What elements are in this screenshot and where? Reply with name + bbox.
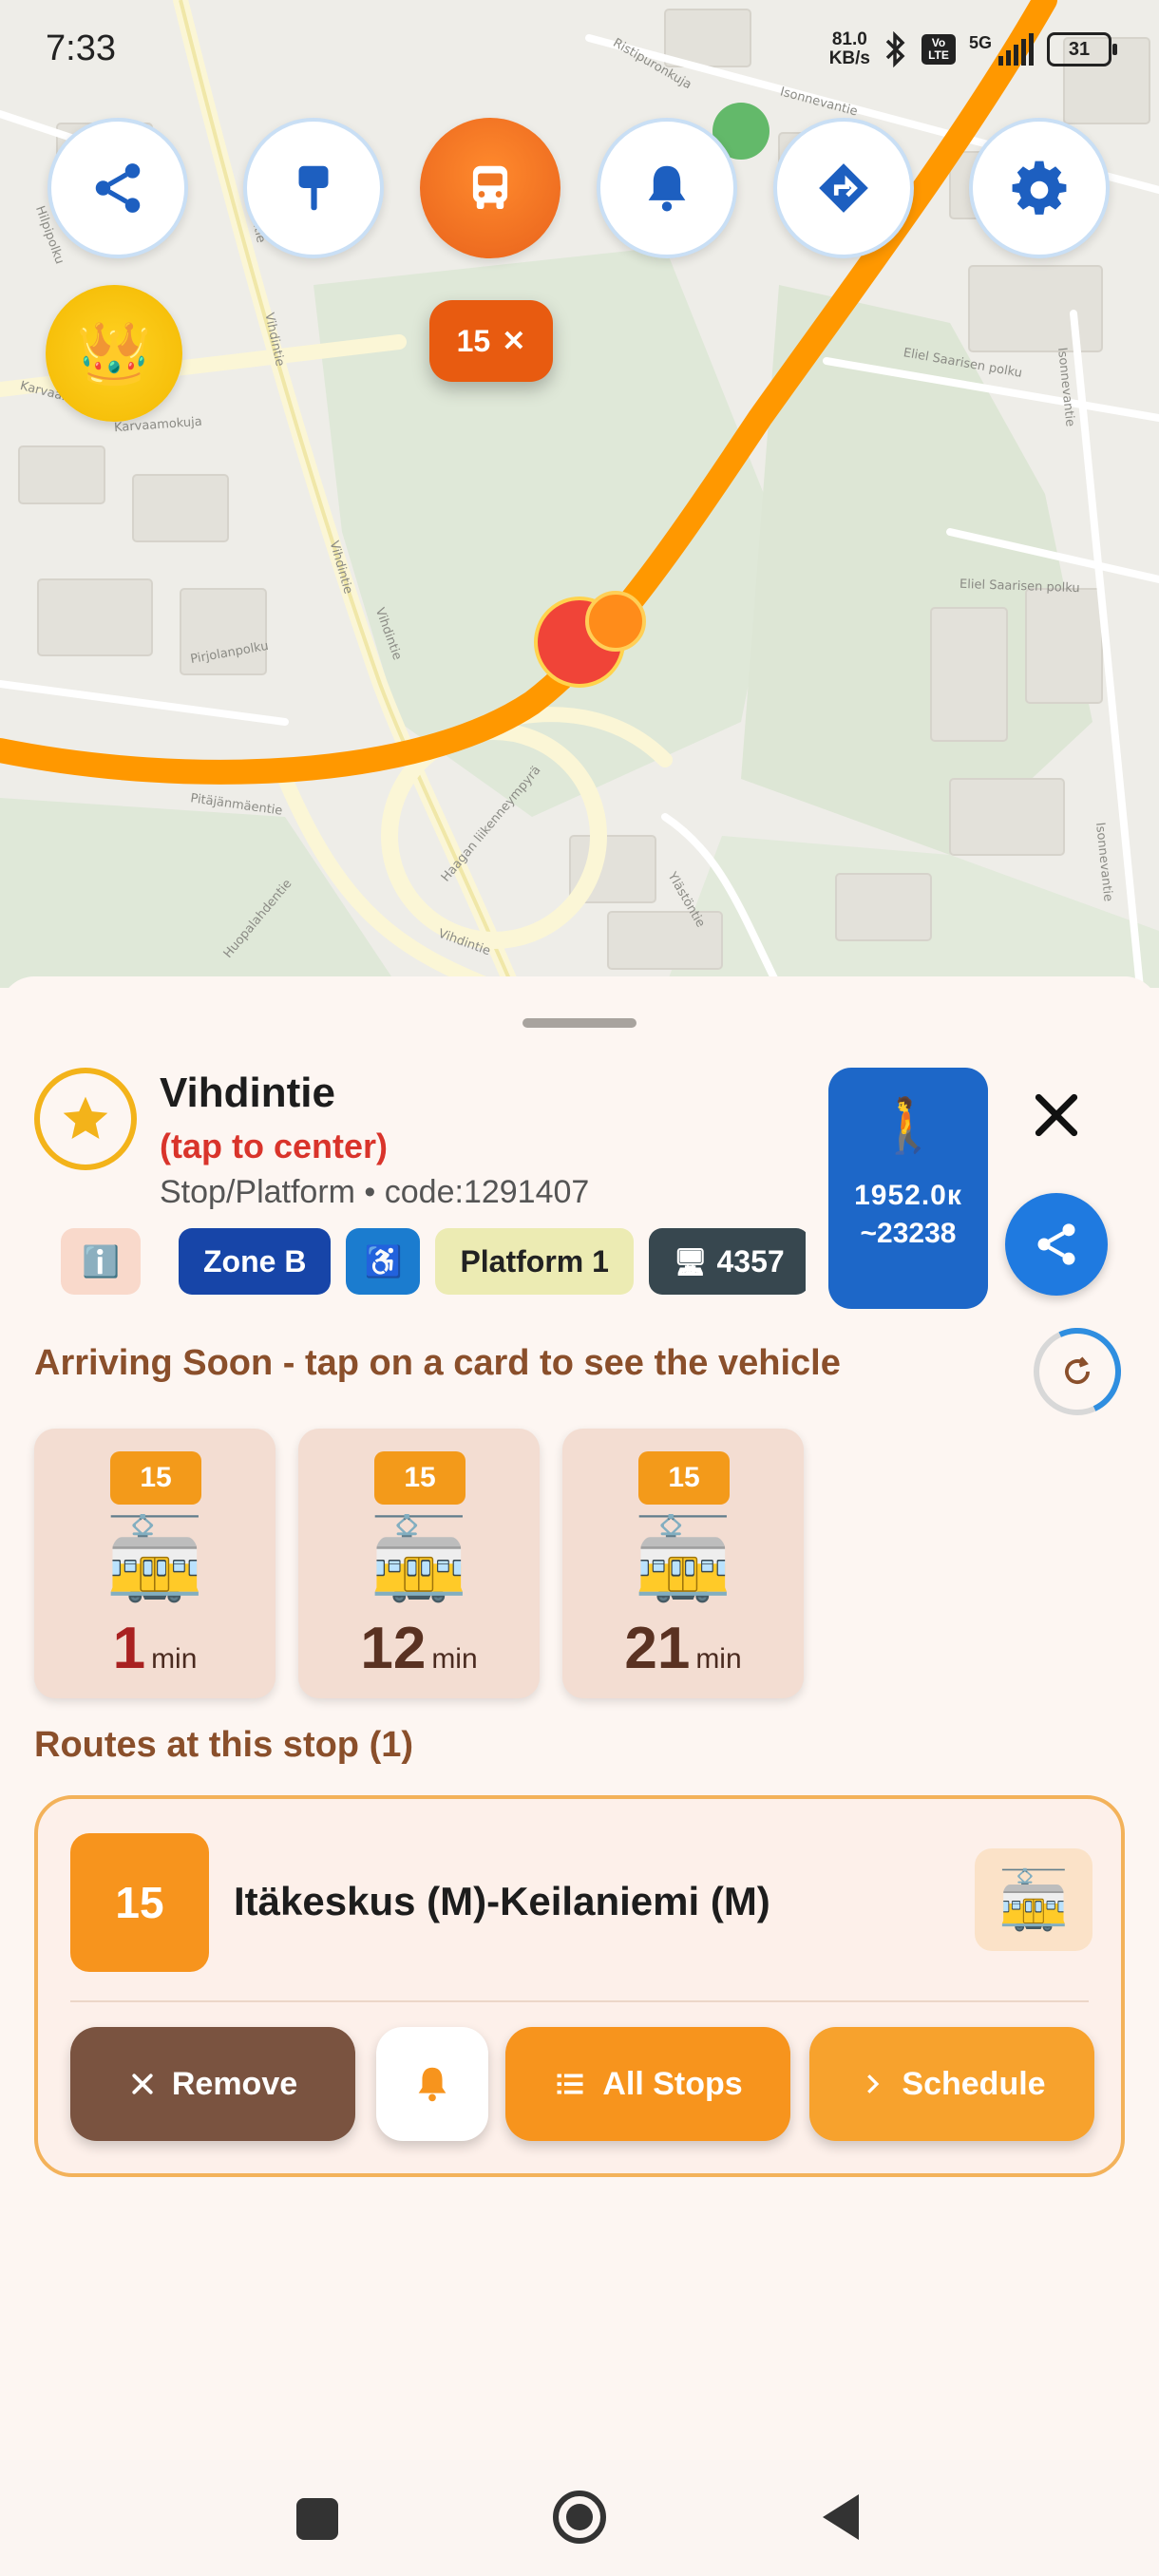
network-type: 5G [968,33,992,52]
route-alert-button[interactable] [376,2027,488,2141]
bus-stop-sign-icon [298,165,329,211]
close-icon [132,2074,153,2094]
share-icon [95,163,141,213]
arrival-minutes: 12 [360,1616,427,1681]
route-card[interactable]: 15 Itäkeskus (M)-Keilaniemi (M) 🚋 Remove… [34,1795,1125,2177]
directions-button[interactable] [773,118,914,258]
sheet-drag-handle[interactable] [522,1018,636,1028]
back-button[interactable] [817,2491,863,2544]
remove-route-button[interactable]: Remove [70,2027,355,2141]
alerts-button[interactable] [597,118,737,258]
monitor-icon: 🖥 [673,1246,708,1277]
tram-icon: 🚋 [633,1514,733,1603]
accessibility-chip[interactable]: ♿ [346,1228,421,1295]
wheelchair-icon: ♿ [364,1244,403,1279]
arrival-unit: min [431,1643,478,1675]
volte-badge: Vo LTE [921,34,956,65]
refresh-button[interactable] [1034,1328,1121,1415]
stop-details-sheet: Vihdintie (tap to center) Stop/Platform … [0,976,1159,2576]
close-icon[interactable] [1026,1085,1087,1146]
tram-icon: 🚋 [369,1514,469,1603]
all-stops-label: All Stops [602,2065,743,2102]
list-icon [557,2074,583,2094]
schedule-label: Schedule [902,2065,1046,2102]
arriving-heading: Arriving Soon - tap on a card to see the… [34,1343,841,1383]
arrival-card[interactable]: 15 🚋 1 min [34,1429,276,1698]
arrival-unit: min [695,1643,742,1675]
bell-icon [418,2067,446,2102]
bell-icon [648,165,686,212]
tram-icon: 🚋 [104,1514,205,1603]
premium-button[interactable]: 👑 [46,285,182,422]
stop-sign-button[interactable] [243,118,384,258]
arrival-route-badge: 15 [110,1451,201,1505]
schedule-button[interactable]: Schedule [809,2027,1094,2141]
display-code: 4357 [716,1243,785,1279]
bluetooth-icon [885,31,905,67]
arrival-minutes: 1 [112,1616,146,1681]
route-number-badge: 15 [70,1833,209,1972]
route-filter-label: 15 [456,323,491,358]
close-icon[interactable]: ✕ [502,325,525,358]
bus-mode-button[interactable] [420,118,560,258]
tram-icon: 🚋 [975,1848,1092,1951]
arrival-eta: 1 min [34,1615,276,1682]
share-stop-button[interactable] [1005,1193,1108,1296]
status-time: 7:33 [46,28,116,68]
system-nav-bar [0,2460,1159,2576]
arrival-card[interactable]: 15 🚋 12 min [298,1429,540,1698]
directions-icon [819,163,868,213]
recents-button[interactable] [296,2498,338,2540]
favorite-button[interactable] [34,1068,137,1170]
arrival-eta: 21 min [562,1615,804,1682]
platform-chip[interactable]: Platform 1 [435,1228,634,1295]
stop-info-chips: ℹ️ Zone B ♿ Platform 1 🖥 4357 [61,1225,806,1297]
star-icon [63,1096,108,1139]
display-chip[interactable]: 🖥 4357 [648,1228,806,1295]
home-button[interactable] [553,2491,606,2544]
walking-steps: ~23238 [860,1218,957,1249]
stop-code: Stop/Platform • code:1291407 [160,1174,590,1210]
bus-icon [472,165,508,209]
info-chip[interactable]: ℹ️ [61,1228,141,1295]
route-filter-chip[interactable]: 15 ✕ [429,300,553,382]
arrival-minutes: 21 [624,1616,691,1681]
all-stops-button[interactable]: All Stops [505,2027,790,2141]
arrival-unit: min [151,1643,198,1675]
gear-icon [1012,161,1067,215]
stop-name: Vihdintie [160,1070,335,1116]
crown-icon: 👑 [76,318,152,389]
network-speed-value: 81.0 [831,29,867,49]
battery-level: 31 [1068,38,1091,60]
refresh-icon [1065,1356,1090,1384]
route-name: Itäkeskus (M)-Keilaniemi (M) [234,1879,770,1923]
network-speed-unit: KB/s [828,48,870,68]
walking-distance-card[interactable]: 🚶 1952.0к ~23238 [828,1068,988,1309]
walking-distance: 1952.0к [854,1180,962,1211]
arrival-route-badge: 15 [638,1451,730,1505]
tap-to-center-link[interactable]: (tap to center) [160,1127,388,1166]
walking-person-icon: 🚶 [875,1095,941,1155]
settings-button[interactable] [969,118,1110,258]
share-button[interactable] [48,118,188,258]
chevron-right-icon [867,2074,880,2093]
info-icon: ℹ️ [82,1244,120,1279]
network-speed: 81.0 KB/s [829,30,870,68]
zone-chip[interactable]: Zone B [179,1228,332,1295]
battery-icon: 31 [1047,32,1117,66]
arrival-route-badge: 15 [374,1451,466,1505]
arrival-card[interactable]: 15 🚋 21 min [562,1429,804,1698]
routes-heading: Routes at this stop (1) [34,1725,414,1765]
status-icons: 81.0 KB/s Vo LTE 5G 31 [829,30,1117,68]
arrival-eta: 12 min [298,1615,540,1682]
divider [70,2000,1089,2002]
signal-icon: 5G [969,33,1034,66]
share-icon [1037,1223,1075,1265]
remove-label: Remove [171,2065,298,2102]
